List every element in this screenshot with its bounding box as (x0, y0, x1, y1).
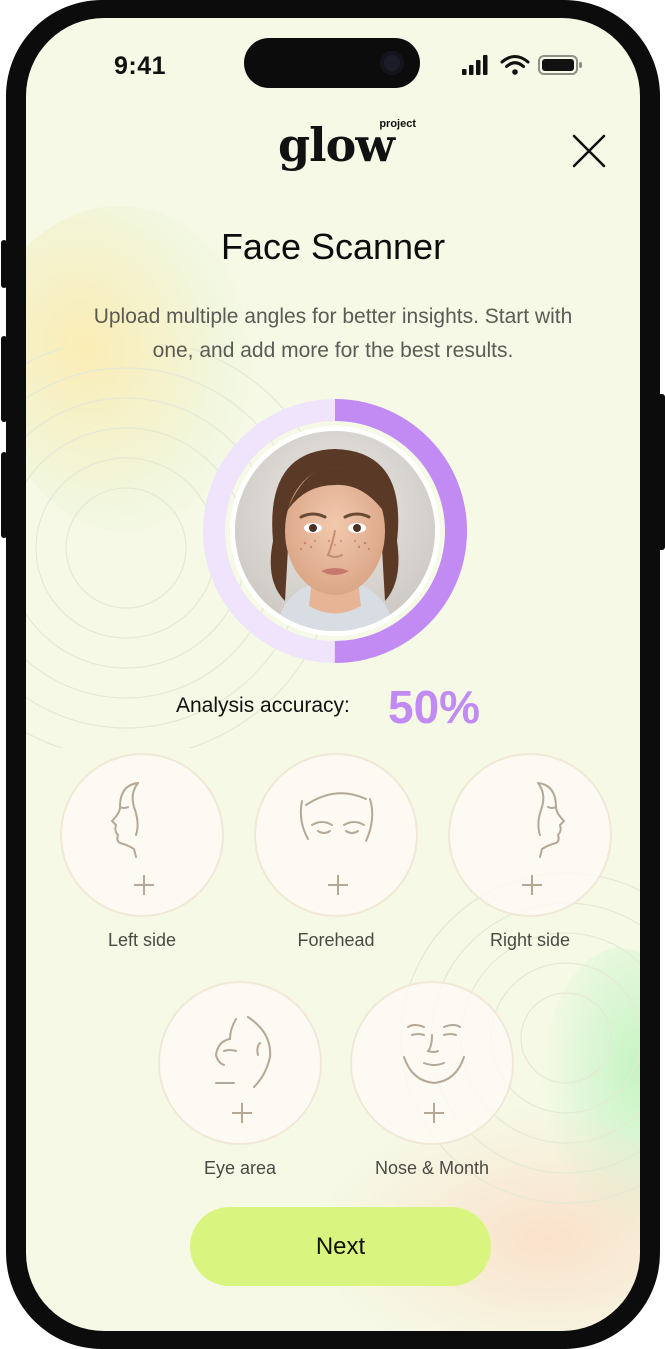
nose-mouth-icon (403, 1024, 465, 1123)
close-icon[interactable] (570, 132, 608, 170)
page-subtitle: Upload multiple angles for better insigh… (93, 305, 573, 362)
face-right-profile-icon (522, 782, 565, 895)
angle-right-side[interactable] (448, 753, 612, 917)
angle-label: Nose & Month (374, 1158, 490, 1178)
battery-icon (538, 55, 582, 75)
volume-down-button (1, 452, 7, 538)
face-left-profile-icon (111, 782, 154, 895)
app-screen: 9:41 project glow Face Scanner Upload mu… (26, 18, 640, 1331)
close-button[interactable] (570, 132, 608, 170)
accuracy-label: Analysis accuracy: (176, 694, 350, 717)
wifi-icon (500, 55, 530, 68)
logo-text: glow (278, 118, 395, 172)
forehead-icon (299, 792, 374, 895)
app-logo: project glow (276, 118, 416, 184)
page-title: Face Scanner (220, 226, 446, 267)
face-photo (230, 426, 440, 636)
angle-label: Left side (107, 930, 177, 950)
action-button (1, 240, 7, 288)
status-icons (462, 55, 582, 75)
next-button[interactable]: Next (190, 1207, 491, 1286)
angle-label: Right side (489, 930, 571, 950)
scan-progress-ring (200, 396, 470, 666)
camera-icon (380, 51, 404, 75)
power-button (658, 394, 665, 550)
status-time: 9:41 (114, 52, 167, 80)
angle-label: Forehead (297, 930, 375, 950)
angle-eye-area[interactable] (158, 981, 322, 1145)
accuracy-value: 50% (388, 681, 481, 733)
dynamic-island (244, 38, 420, 88)
eye-area-icon (214, 1016, 272, 1123)
angle-label: Eye area (203, 1158, 277, 1178)
angle-nose-mouth[interactable] (350, 981, 514, 1145)
angle-forehead[interactable] (254, 753, 418, 917)
volume-up-button (1, 336, 7, 422)
cellular-signal-icon (462, 55, 488, 75)
angle-left-side[interactable] (60, 753, 224, 917)
